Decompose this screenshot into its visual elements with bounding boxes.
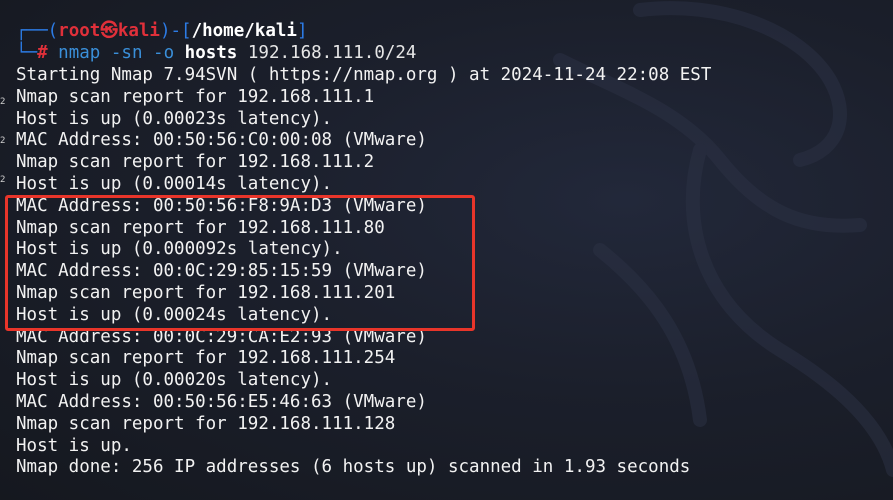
output-line: Nmap done: 256 IP addresses (6 hosts up)… (16, 457, 691, 478)
output-line: Host is up (0.00020s latency). (16, 370, 333, 391)
command-flag-o: -o (153, 43, 175, 63)
skull-icon: ㉿ (100, 21, 118, 41)
output-line: Host is up (0.00024s latency). (16, 304, 333, 325)
output-line: MAC Address: 00:50:56:E5:46:63 (VMware) (16, 391, 427, 412)
output-line: MAC Address: 00:50:56:F8:9A:D3 (VMware) (16, 195, 427, 216)
prompt-frame-mid: )-[ (159, 21, 192, 41)
prompt-frame-end: ] (296, 21, 308, 41)
prompt-path: /home/kali (191, 21, 297, 41)
prompt-frame-bottom: └─ (16, 43, 38, 63)
output-line: Host is up. (16, 435, 132, 456)
output-line: Nmap scan report for 192.168.111.254 (16, 348, 396, 369)
output-line: MAC Address: 00:50:56:C0:00:08 (VMware) (16, 130, 427, 151)
command-output-file: hosts (184, 43, 238, 63)
command-flag-sn: -sn (110, 43, 143, 63)
prompt-header-line: ┌──(root㉿kali)-[/home/kali] (16, 20, 307, 42)
output-line: Host is up (0.00023s latency). (16, 108, 333, 129)
command-output: Starting Nmap 7.94SVN ( https://nmap.org… (16, 65, 711, 479)
command-line[interactable]: └─# nmap -sn -o hosts 192.168.111.0/24 (16, 42, 416, 64)
prompt-host: kali (117, 21, 160, 41)
prompt-hash: # (37, 43, 48, 63)
output-line: Starting Nmap 7.94SVN ( https://nmap.org… (16, 65, 712, 85)
output-line: MAC Address: 00:0C:29:85:15:59 (VMware) (16, 261, 427, 282)
command-target: 192.168.111.0/24 (247, 43, 417, 63)
terminal-window[interactable]: 2 2 2 ┌──(root㉿kali)-[/home/kali] └─# nm… (0, 0, 893, 500)
output-line: MAC Address: 00:0C:29:CA:E2:93 (VMware) (16, 326, 427, 347)
output-line: Nmap scan report for 192.168.111.201 (16, 282, 396, 303)
output-line: Nmap scan report for 192.168.111.128 (16, 413, 396, 434)
prompt-frame-corner: ┌──( (16, 21, 59, 41)
output-line: Host is up (0.00014s latency). (16, 173, 333, 194)
output-line: Nmap scan report for 192.168.111.2 (16, 152, 375, 173)
output-line: Nmap scan report for 192.168.111.80 (16, 217, 385, 238)
output-line: Nmap scan report for 192.168.111.1 (16, 86, 375, 107)
prompt-user: root (58, 21, 101, 41)
output-line: Host is up (0.000092s latency). (16, 239, 343, 260)
command-name: nmap (58, 43, 101, 63)
